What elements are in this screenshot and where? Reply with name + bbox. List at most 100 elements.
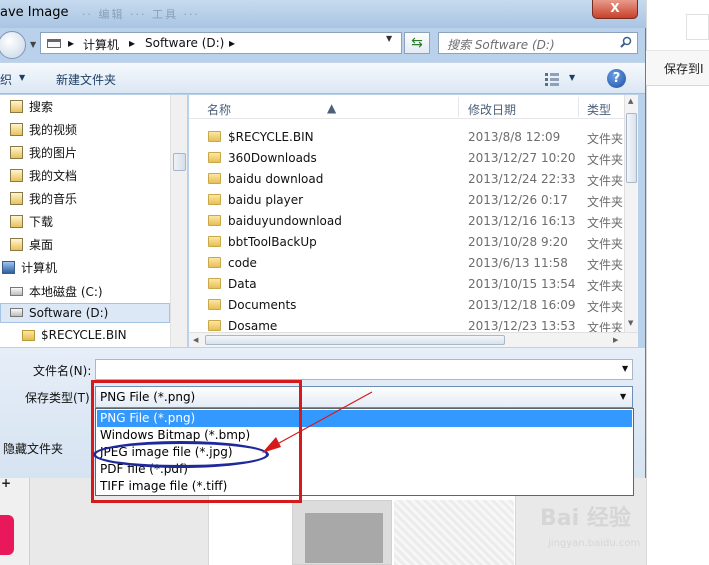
nav-item-label: 搜索 xyxy=(29,100,54,114)
nav-item-label: 我的图片 xyxy=(29,146,78,160)
nav-item-search[interactable]: 搜索 xyxy=(10,98,53,118)
file-list-horizontal-scrollbar[interactable]: ◀ ▶ xyxy=(189,332,638,347)
file-list-vertical-scrollbar[interactable]: ▲ ▼ xyxy=(624,95,638,332)
column-header-name[interactable]: 名称 xyxy=(207,101,231,118)
scroll-right-icon[interactable]: ▶ xyxy=(613,336,618,344)
file-name: baiduyundownload xyxy=(228,214,342,228)
view-options-icon[interactable] xyxy=(544,72,560,86)
organize-dropdown-icon[interactable]: ▼ xyxy=(19,73,25,82)
search-icon[interactable] xyxy=(620,36,632,48)
file-date: 2013/8/8 12:09 xyxy=(468,130,561,144)
file-row[interactable]: 360Downloads 2013/12/27 10:20 文件夹 xyxy=(189,148,624,169)
nav-item-computer[interactable]: 计算机 xyxy=(2,259,57,279)
address-segment-drive[interactable]: Software (D:) xyxy=(145,36,224,50)
nav-item-label: 我的文档 xyxy=(29,169,78,183)
search-input[interactable]: 搜索 Software (D:) xyxy=(447,36,555,53)
file-name: baidu player xyxy=(228,193,304,207)
dialog-title: ave Image xyxy=(0,5,69,20)
background-thumbnail-gray xyxy=(292,500,392,565)
nav-item-label: 计算机 xyxy=(21,261,58,275)
downloads-folder-icon xyxy=(10,215,23,228)
file-type: 文件夹 xyxy=(587,321,624,332)
file-name: bbtToolBackUp xyxy=(228,235,317,249)
history-dropdown-icon[interactable]: ▼ xyxy=(30,40,36,49)
column-header-date[interactable]: 修改日期 xyxy=(468,101,516,118)
nav-item-recycle-bin[interactable]: $RECYCLE.BIN xyxy=(22,328,127,348)
nav-item-pictures[interactable]: 我的图片 xyxy=(10,144,77,164)
command-toolbar: 织 ▼ 新建文件夹 ▼ ? xyxy=(0,62,645,94)
folder-icon xyxy=(47,39,61,48)
file-date: 2013/10/28 9:20 xyxy=(468,235,568,249)
folder-icon xyxy=(208,299,221,310)
nav-item-drive-d[interactable]: Software (D:) xyxy=(10,306,108,326)
file-row[interactable]: Documents 2013/12/18 16:09 文件夹 xyxy=(189,295,624,316)
nav-item-music[interactable]: 我的音乐 xyxy=(10,190,77,210)
nav-scroll-thumb[interactable] xyxy=(173,153,186,171)
scroll-up-icon[interactable]: ▲ xyxy=(628,97,633,105)
background-pink-tab[interactable] xyxy=(0,515,14,555)
scroll-down-icon[interactable]: ▼ xyxy=(628,319,633,327)
background-menu-text: ·· 编辑 ··· 工具 ··· xyxy=(82,8,200,21)
column-header-type[interactable]: 类型 xyxy=(587,101,611,118)
scroll-left-icon[interactable]: ◀ xyxy=(193,336,198,344)
pictures-folder-icon xyxy=(10,146,23,159)
hide-folders-toggle[interactable]: 隐藏文件夹 xyxy=(3,440,63,457)
nav-item-label: 下载 xyxy=(29,215,54,229)
file-row[interactable]: bbtToolBackUp 2013/10/28 9:20 文件夹 xyxy=(189,232,624,253)
view-dropdown-icon[interactable]: ▼ xyxy=(569,73,575,82)
documents-folder-icon xyxy=(10,169,23,182)
file-date: 2013/6/13 11:58 xyxy=(468,256,568,270)
file-type: 文件夹 xyxy=(587,132,624,146)
refresh-button[interactable]: ⇆ xyxy=(404,32,430,54)
filetype-dropdown-icon[interactable]: ▼ xyxy=(620,392,626,401)
new-folder-button[interactable]: 新建文件夹 xyxy=(56,71,116,88)
nav-item-downloads[interactable]: 下载 xyxy=(10,213,53,233)
back-button[interactable] xyxy=(0,31,26,59)
filename-label: 文件名(N): xyxy=(33,364,92,378)
search-box[interactable]: 搜索 Software (D:) xyxy=(438,32,638,54)
file-type: 文件夹 xyxy=(587,216,624,230)
help-button[interactable]: ? xyxy=(607,69,626,88)
file-type: 文件夹 xyxy=(587,258,624,272)
background-right-box xyxy=(686,14,709,40)
file-date: 2013/12/24 22:33 xyxy=(468,172,576,186)
nav-item-videos[interactable]: 我的视频 xyxy=(10,121,77,141)
nav-item-documents[interactable]: 我的文档 xyxy=(10,167,77,187)
file-name: $RECYCLE.BIN xyxy=(228,130,314,144)
file-list-scroll-thumb[interactable] xyxy=(626,113,637,183)
file-name: code xyxy=(228,256,257,270)
nav-item-label: $RECYCLE.BIN xyxy=(41,328,127,342)
dialog-titlebar[interactable]: ave Image ·· 编辑 ··· 工具 ··· X xyxy=(0,0,646,28)
folder-icon xyxy=(208,173,221,184)
file-row[interactable]: code 2013/6/13 11:58 文件夹 xyxy=(189,253,624,274)
address-separator-icon[interactable]: ▸ xyxy=(68,36,74,50)
file-row[interactable]: $RECYCLE.BIN 2013/8/8 12:09 文件夹 xyxy=(189,127,624,148)
file-date: 2013/12/27 10:20 xyxy=(468,151,576,165)
nav-item-drive-c[interactable]: 本地磁盘 (C:) xyxy=(10,283,103,303)
file-row[interactable]: baidu player 2013/12/26 0:17 文件夹 xyxy=(189,190,624,211)
file-list-hscroll-thumb[interactable] xyxy=(205,335,505,345)
file-row[interactable]: baiduyundownload 2013/12/16 16:13 文件夹 xyxy=(189,211,624,232)
nav-item-label: 我的视频 xyxy=(29,123,78,137)
videos-folder-icon xyxy=(10,123,23,136)
address-dropdown-icon[interactable]: ▼ xyxy=(386,34,392,43)
organize-button[interactable]: 织 xyxy=(0,71,12,88)
filename-dropdown-icon[interactable]: ▼ xyxy=(622,364,628,373)
nav-scrollbar[interactable] xyxy=(170,95,187,347)
close-button[interactable]: X xyxy=(592,0,638,19)
folder-icon xyxy=(208,131,221,142)
file-row[interactable]: Data 2013/10/15 13:54 文件夹 xyxy=(189,274,624,295)
nav-item-desktop[interactable]: 桌面 xyxy=(10,236,53,256)
address-separator-icon[interactable]: ▸ xyxy=(129,36,135,50)
folder-icon xyxy=(208,236,221,247)
address-bar[interactable]: ▸ 计算机 ▸ Software (D:) ▸ xyxy=(40,32,402,54)
filename-input[interactable] xyxy=(95,359,633,380)
plus-icon[interactable]: + xyxy=(1,476,11,490)
address-separator-icon[interactable]: ▸ xyxy=(229,36,235,50)
background-save-to-label[interactable]: 保存到I xyxy=(664,60,704,77)
file-row[interactable]: Dosame 2013/12/23 13:53 文件夹 xyxy=(189,316,624,332)
file-name: Documents xyxy=(228,298,297,312)
column-headers: ▲ 名称 修改日期 类型 xyxy=(189,95,624,119)
address-segment-computer[interactable]: 计算机 xyxy=(83,36,119,53)
file-row[interactable]: baidu download 2013/12/24 22:33 文件夹 xyxy=(189,169,624,190)
